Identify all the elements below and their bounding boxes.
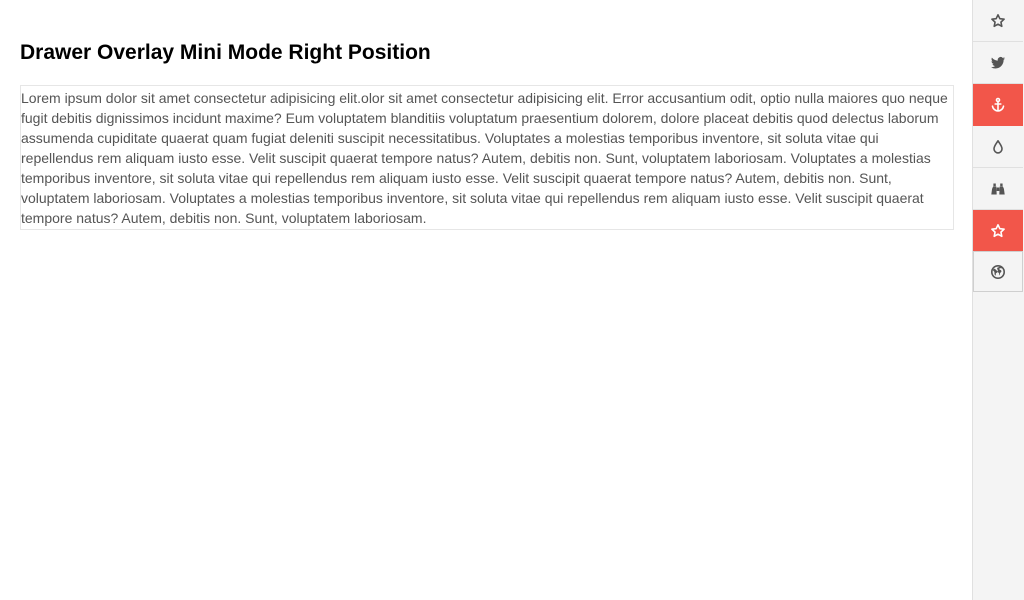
mini-drawer (972, 0, 1024, 600)
star-outline-icon (990, 13, 1006, 29)
page: Drawer Overlay Mini Mode Right Position … (0, 0, 1024, 600)
globe-icon (990, 264, 1006, 280)
drawer-item-twitter[interactable] (973, 42, 1023, 84)
binoculars-icon (990, 181, 1006, 197)
content-box: Lorem ipsum dolor sit amet consectetur a… (20, 85, 954, 230)
drawer-item-water[interactable] (973, 126, 1023, 168)
twitter-icon (990, 55, 1006, 71)
water-drop-icon (990, 139, 1006, 155)
main-content: Drawer Overlay Mini Mode Right Position … (0, 0, 972, 600)
drawer-item-star-favorite[interactable] (973, 210, 1023, 252)
drawer-item-binoculars[interactable] (973, 168, 1023, 210)
drawer-item-anchor[interactable] (973, 84, 1023, 126)
drawer-item-star[interactable] (973, 0, 1023, 42)
page-title: Drawer Overlay Mini Mode Right Position (20, 41, 431, 64)
drawer-item-globe[interactable] (973, 251, 1023, 292)
star-outline-icon (990, 223, 1006, 239)
body-text: Lorem ipsum dolor sit amet consectetur a… (21, 90, 948, 226)
anchor-icon (990, 97, 1006, 113)
